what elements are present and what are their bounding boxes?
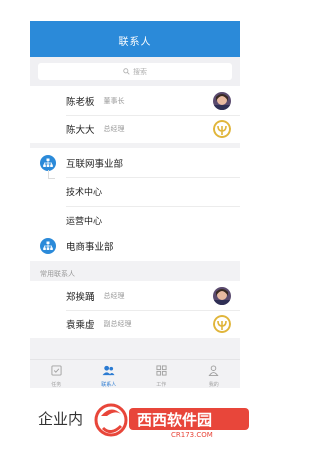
search-input[interactable]: 搜索: [38, 63, 232, 80]
contact-role: 董事长: [103, 97, 125, 105]
watermark-logo: 西西软件园 CR173.COM: [94, 403, 249, 438]
department-name: 互联网事业部: [66, 159, 124, 170]
contact-role: 副总经理: [103, 320, 132, 328]
sub-department-name: 运营中心: [66, 216, 103, 227]
contact-row[interactable]: 袁乘虚 副总经理: [30, 310, 240, 338]
tab-contacts[interactable]: 联系人: [83, 360, 136, 388]
tab-label: 联系人: [101, 382, 117, 388]
svg-text:西西软件园: 西西软件园: [137, 411, 212, 429]
app-header: 联系人: [30, 21, 240, 57]
contact-name: 郑挨踊: [66, 292, 95, 303]
contact-row[interactable]: 陈大大 总经理: [30, 115, 240, 143]
sub-department-name: 技术中心: [66, 187, 103, 198]
contact-name: 陈大大: [66, 125, 95, 136]
frequent-contacts-label: 常用联系人: [40, 270, 75, 278]
org-chart-icon: [40, 238, 56, 254]
page-title: 联系人: [118, 37, 152, 48]
search-placeholder: 搜索: [133, 67, 147, 76]
phone-screen: 联系人 搜索 陈老板 董事长 陈大大 总经理 互联网事业部 技术中心 运营中心 …: [30, 21, 240, 388]
org-chart-icon: [40, 155, 56, 171]
contact-row[interactable]: 陈老板 董事长: [30, 87, 240, 115]
avatar: [213, 92, 231, 110]
tab-label: 我的: [208, 382, 219, 388]
tab-bar: 任务 联系人 工作 我的: [30, 359, 240, 388]
tab-tasks[interactable]: 任务: [30, 360, 83, 388]
svg-text:CR173.COM: CR173.COM: [171, 431, 213, 438]
contact-role: 总经理: [103, 125, 125, 133]
tab-label: 工作: [156, 382, 167, 388]
department-name: 电商事业部: [66, 242, 114, 253]
contact-name: 陈老板: [66, 97, 95, 108]
task-icon: [51, 361, 62, 380]
leaders-section: 陈老板 董事长 陈大大 总经理: [30, 86, 240, 143]
tab-work[interactable]: 工作: [135, 360, 188, 388]
contact-row[interactable]: 郑挨踊 总经理: [30, 282, 240, 310]
department-row[interactable]: 电商事业部: [30, 232, 240, 260]
avatar: [213, 287, 231, 305]
profile-icon: [208, 361, 219, 380]
tab-profile[interactable]: 我的: [188, 360, 241, 388]
contact-name: 袁乘虚: [66, 320, 95, 331]
avatar: [213, 315, 231, 333]
sub-department-row[interactable]: 运营中心: [30, 206, 240, 234]
department-row[interactable]: 互联网事业部: [30, 149, 240, 177]
tab-label: 任务: [51, 382, 62, 388]
caption-text: 企业内: [38, 410, 84, 428]
frequent-contacts-section: 郑挨踊 总经理 袁乘虚 副总经理: [30, 281, 240, 338]
avatar: [213, 120, 231, 138]
search-icon: [123, 68, 130, 75]
contacts-icon: [102, 361, 115, 380]
department-section: 互联网事业部 技术中心 运营中心: [30, 148, 240, 236]
department-section: 电商事业部: [30, 231, 240, 261]
contact-role: 总经理: [103, 292, 125, 300]
grid-icon: [156, 361, 167, 380]
sub-department-row[interactable]: 技术中心: [30, 177, 240, 205]
